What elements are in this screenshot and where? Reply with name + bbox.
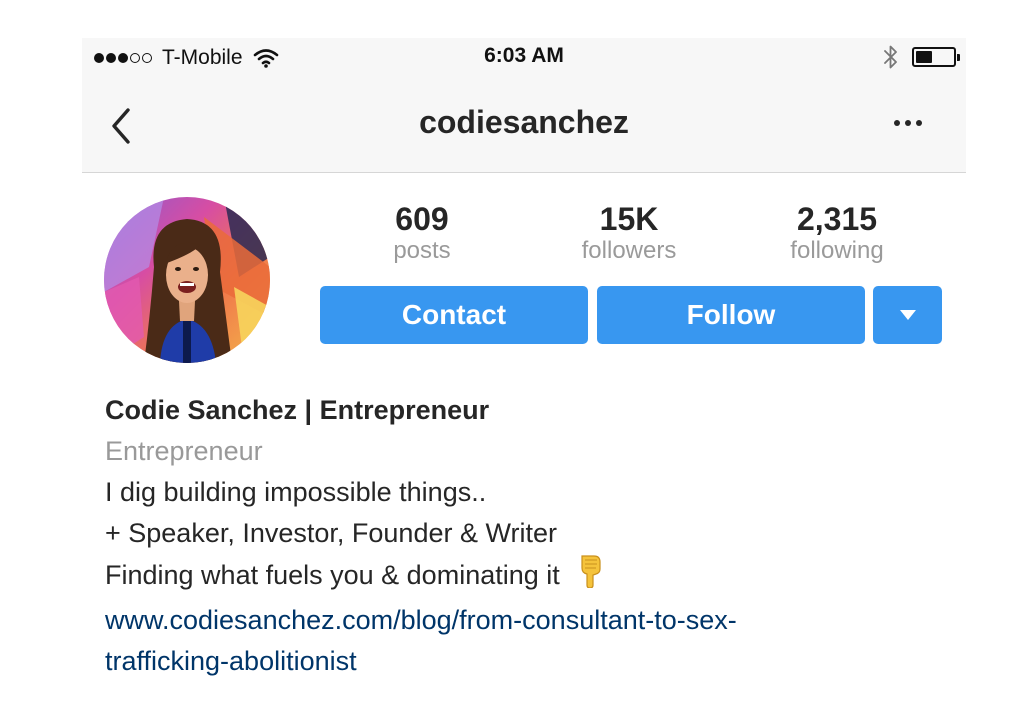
profile-category: Entrepreneur xyxy=(105,436,263,466)
ellipsis-icon xyxy=(894,120,900,126)
more-options-button[interactable] xyxy=(890,114,926,132)
bluetooth-icon xyxy=(884,45,897,69)
bio-line-1: I dig building impossible things.. xyxy=(105,477,487,507)
pointing-down-hand-icon xyxy=(577,554,605,600)
status-time: 6:03 AM xyxy=(484,44,564,67)
stat-followers[interactable]: 15K followers xyxy=(549,201,709,265)
battery-level xyxy=(916,51,933,63)
stat-following[interactable]: 2,315 following xyxy=(757,201,917,265)
posts-count: 609 xyxy=(395,201,449,237)
status-bar: T-Mobile 6:03 AM xyxy=(82,38,966,78)
avatar-image xyxy=(104,197,270,363)
website-link-line-1[interactable]: www.codiesanchez.com/blog/from-consultan… xyxy=(105,600,945,641)
bio-line-3: Finding what fuels you & dominating it xyxy=(105,560,560,590)
profile-bio: Codie Sanchez | Entrepreneur Entrepreneu… xyxy=(105,390,945,682)
posts-label: posts xyxy=(393,237,451,264)
following-label: following xyxy=(790,237,884,264)
status-right xyxy=(884,44,960,70)
follow-button[interactable]: Follow xyxy=(597,286,865,344)
following-count: 2,315 xyxy=(796,201,878,237)
page-title: codiesanchez xyxy=(419,104,629,140)
profile-name: Codie Sanchez | Entrepreneur xyxy=(105,395,490,425)
nav-bar: codiesanchez xyxy=(82,78,966,173)
website-link-line-2[interactable]: trafficking-abolitionist xyxy=(105,641,945,682)
bio-line-3-row: Finding what fuels you & dominating it xyxy=(105,554,945,600)
profile-screen: T-Mobile 6:03 AM codiesanchez 609 posts … xyxy=(82,38,966,720)
suggestions-dropdown-button[interactable] xyxy=(873,286,942,344)
avatar[interactable] xyxy=(104,197,270,363)
followers-label: followers xyxy=(581,237,677,264)
contact-button[interactable]: Contact xyxy=(320,286,588,344)
followers-count: 15K xyxy=(599,201,659,237)
bio-line-2: + Speaker, Investor, Founder & Writer xyxy=(105,518,557,548)
triangle-down-icon xyxy=(899,310,916,320)
stat-posts[interactable]: 609 posts xyxy=(342,201,502,265)
battery-icon xyxy=(912,47,960,67)
